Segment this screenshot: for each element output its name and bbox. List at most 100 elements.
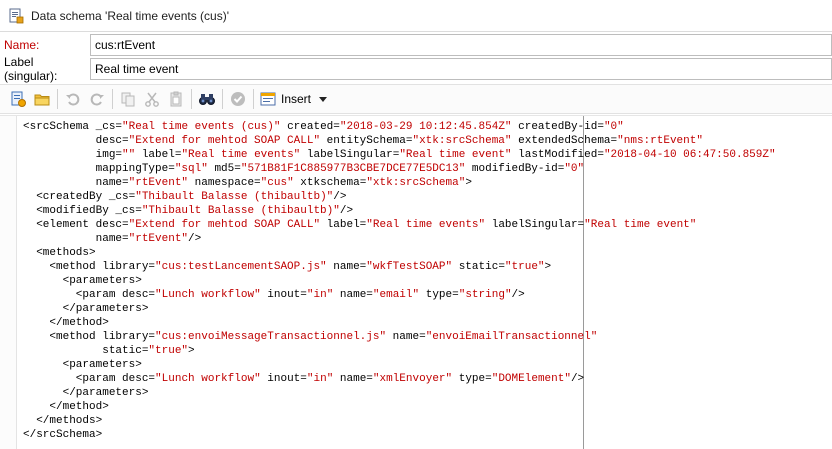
attribute-name: name= xyxy=(333,289,373,301)
xml-tag: <createdBy xyxy=(23,191,109,203)
attribute-name: md5= xyxy=(207,163,241,175)
copy-button[interactable] xyxy=(116,87,140,111)
toolbar-separator xyxy=(57,89,58,109)
attribute-value: "in" xyxy=(306,373,334,385)
insert-button[interactable]: Insert xyxy=(257,87,333,111)
attribute-value: "Real time event" xyxy=(399,149,512,161)
xml-tag: </srcSchema> xyxy=(23,429,103,441)
attribute-name: lastModified= xyxy=(511,149,604,161)
code-line: <element desc="Extend for mehtod SOAP CA… xyxy=(23,218,776,232)
code-line: </srcSchema> xyxy=(23,428,776,442)
attribute-value: "" xyxy=(122,149,136,161)
attribute-value: "xmlEnvoyer" xyxy=(372,373,453,385)
window-titlebar: Data schema 'Real time events (cus)' xyxy=(0,0,832,32)
attribute-name: library= xyxy=(102,331,156,343)
open-folder-button[interactable] xyxy=(30,87,54,111)
code-line: img="" label="Real time events" labelSin… xyxy=(23,148,776,162)
undo-button[interactable] xyxy=(61,87,85,111)
xml-editor[interactable]: <srcSchema _cs="Real time events (cus)" … xyxy=(0,115,832,449)
code-line: <modifiedBy _cs="Thibault Balasse (thiba… xyxy=(23,204,776,218)
attribute-name: labelSingular= xyxy=(300,149,400,161)
attribute-name: name= xyxy=(386,331,426,343)
code-line: <methods> xyxy=(23,246,776,260)
attribute-value: "envoiEmailTransactionnel" xyxy=(425,331,598,343)
copy-icon xyxy=(121,92,135,107)
attribute-value: "true" xyxy=(504,261,545,273)
attribute-value: "wkfTestSOAP" xyxy=(366,261,453,273)
xml-tag: /> xyxy=(570,373,585,385)
attribute-name: created= xyxy=(280,121,340,133)
code-line: mappingType="sql" md5="571B81F1C885977B3… xyxy=(23,162,776,176)
find-binoculars-icon xyxy=(199,94,215,105)
code-line: <method library="cus:testLancementSAOP.j… xyxy=(23,260,776,274)
attribute-value: "cus:testLancementSAOP.js" xyxy=(155,261,327,273)
toolbar-separator xyxy=(112,89,113,109)
attribute-value: "string" xyxy=(458,289,512,301)
xml-code[interactable]: <srcSchema _cs="Real time events (cus)" … xyxy=(23,120,776,442)
attribute-value: "Real time event" xyxy=(584,219,697,231)
code-line: </parameters> xyxy=(23,302,776,316)
name-input[interactable]: cus:rtEvent xyxy=(90,34,832,56)
paste-button[interactable] xyxy=(164,87,188,111)
editor-toolbar: Insert xyxy=(0,84,832,114)
attribute-value: "0" xyxy=(564,163,585,175)
undo-icon xyxy=(66,93,80,106)
attribute-name: label= xyxy=(135,149,182,161)
find-button[interactable] xyxy=(195,87,219,111)
attribute-name: createdBy-id= xyxy=(511,121,604,133)
xml-tag: <param xyxy=(23,373,123,385)
attribute-name: type= xyxy=(452,373,492,385)
paste-icon xyxy=(170,91,182,107)
name-label: Name: xyxy=(4,38,40,52)
attribute-name: modifiedBy-id= xyxy=(465,163,565,175)
insert-icon xyxy=(260,92,276,106)
attribute-name: static= xyxy=(452,261,505,273)
code-line: <createdBy _cs="Thibault Balasse (thibau… xyxy=(23,190,776,204)
redo-icon xyxy=(90,93,104,106)
attribute-value: "sql" xyxy=(174,163,208,175)
xml-tag: > xyxy=(465,177,472,189)
attribute-value: "Extend for mehtod SOAP CALL" xyxy=(128,135,321,147)
redo-button[interactable] xyxy=(85,87,109,111)
label-singular-input[interactable]: Real time event xyxy=(90,58,832,80)
xml-tag: <srcSchema xyxy=(23,121,96,133)
attribute-value: "xtk:srcSchema" xyxy=(366,177,466,189)
attribute-name: labelSingular= xyxy=(485,219,585,231)
attribute-name: namespace= xyxy=(188,177,261,189)
xml-tag: </method> xyxy=(23,401,109,413)
attribute-name: mappingType= xyxy=(23,163,175,175)
attribute-value: "2018-04-10 06:47:50.859Z" xyxy=(603,149,776,161)
cut-button[interactable] xyxy=(140,87,164,111)
attribute-name: static= xyxy=(23,345,149,357)
code-line: <parameters> xyxy=(23,274,776,288)
label-singular-label: Label (singular): xyxy=(4,55,58,83)
xml-tag: <methods> xyxy=(23,247,96,259)
xml-tag: /> xyxy=(339,205,354,217)
attribute-value: "email" xyxy=(372,289,420,301)
attribute-name: desc= xyxy=(122,289,156,301)
xml-tag: <method xyxy=(23,261,103,273)
attribute-value: "nms:rtEvent" xyxy=(617,135,703,147)
attribute-value: "Real time events" xyxy=(181,149,301,161)
code-line: </method> xyxy=(23,316,776,330)
xml-tag: > xyxy=(188,345,195,357)
xml-tag: /> xyxy=(333,191,347,203)
attribute-name: desc= xyxy=(95,219,129,231)
new-schema-button[interactable] xyxy=(6,87,30,111)
xml-tag: > xyxy=(544,261,552,273)
code-line: </method> xyxy=(23,400,776,414)
xml-tag: <parameters> xyxy=(23,359,142,371)
attribute-value: "0" xyxy=(603,121,624,133)
attribute-value: "Extend for mehtod SOAP CALL" xyxy=(128,219,321,231)
attribute-name: _cs= xyxy=(95,121,123,133)
code-line: <param desc="Lunch workflow" inout="in" … xyxy=(23,288,776,302)
attribute-name: name= xyxy=(23,177,129,189)
attribute-value: "Real time events (cus)" xyxy=(122,121,281,133)
attribute-name: label= xyxy=(320,219,367,231)
validate-button[interactable] xyxy=(226,87,250,111)
code-line: <srcSchema _cs="Real time events (cus)" … xyxy=(23,120,776,134)
dropdown-caret-icon xyxy=(319,96,328,102)
attribute-value: "Thibault Balasse (thibaultb)" xyxy=(141,205,340,217)
attribute-name: desc= xyxy=(23,135,129,147)
attribute-name: xtkschema= xyxy=(293,177,367,189)
